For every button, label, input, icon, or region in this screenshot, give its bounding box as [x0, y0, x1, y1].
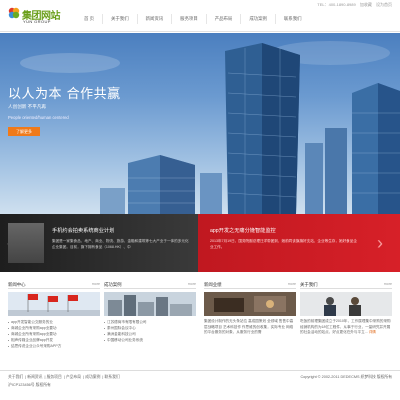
column-title: 成功案例 — [104, 282, 122, 287]
site-footer: 关于我们 | 新闻资讯 | 服务项目 | 产品布局 | 成功案例 | 联系我们 … — [0, 370, 400, 400]
footer-link-cases[interactable]: 成功案例 — [85, 375, 100, 379]
news-column: 新闻中心 more app开发智能公交服务的业 商城企业所有采购app业要功 商… — [8, 282, 100, 370]
achievements-column: 新闻业绩 more 集团设计制作的无头条站位 高成园策划 全领域 售售中高层战略… — [204, 282, 296, 370]
nav-about[interactable]: 关于我们 — [102, 14, 137, 24]
footer-link-about[interactable]: 关于我们 — [8, 375, 23, 379]
slide-thumbnail — [8, 223, 44, 263]
more-link[interactable]: more — [384, 282, 392, 286]
buildings-illustration — [104, 292, 196, 316]
banner-subtitle-en: People oriented/human centered — [8, 115, 69, 120]
skyscraper-illustration — [20, 41, 400, 214]
slide-left[interactable]: ‹ 手机约会拍卖系统商业计划 集团是一家集食品、地产、商业、物流、旅游、金融和建… — [0, 214, 198, 272]
about-image — [300, 292, 392, 316]
slide-left-text: 集团是一家集食品、地产、商业、物流、旅游、金融和建筑等七大产业于一体的多元化企业… — [52, 239, 189, 249]
banner-title: 以人为本 合作共赢 — [8, 87, 121, 102]
column-header: 成功案例 more — [104, 282, 196, 289]
column-title: 关于我们 — [300, 282, 318, 287]
logo-mark-icon — [8, 7, 20, 19]
achievements-image — [204, 292, 296, 316]
about-column: 关于我们 more 吃饭的前理集团成立于2010年，工作属理集中采购的采购经销机… — [300, 282, 392, 370]
hero-banner: 以人为本 合作共赢 人创创新 不平凡再 People oriented/huma… — [0, 33, 400, 214]
cases-image — [104, 292, 196, 316]
set-homepage-link[interactable]: 设为首页 — [376, 2, 392, 7]
nav-contact[interactable]: 联系我们 — [274, 14, 310, 24]
footer-links: 关于我们 | 新闻资讯 | 服务项目 | 产品布局 | 成功案例 | 联系我们 — [8, 375, 120, 379]
nav-news[interactable]: 新闻资讯 — [136, 14, 172, 24]
column-title: 新闻中心 — [8, 282, 26, 287]
learn-more-button[interactable]: 了解更多 — [8, 127, 40, 136]
column-header: 新闻中心 more — [8, 282, 100, 289]
list-item[interactable]: 中国移动公司业务系统 — [104, 337, 196, 343]
phone-number: TEL：400-1890-8989 — [317, 2, 356, 7]
main-nav: 首 页 关于我们 新闻资讯 服务项目 产品布局 成功案例 联系我们 — [76, 14, 309, 24]
cases-list: 江苏德商市有限有限公司 泰州国际会议中心 满洲金能科技公司 中国移动公司业务系统 — [104, 319, 196, 343]
people-illustration — [300, 292, 392, 316]
slide-right-title: app开发之无痛分娩智能监控 — [210, 228, 276, 234]
footer-link-products[interactable]: 产品布局 — [66, 375, 81, 379]
interior-illustration — [204, 292, 296, 316]
logo-subtitle: YUN GROUP — [23, 19, 51, 24]
slide-left-title: 手机约会拍卖系统商业计划 — [52, 228, 115, 234]
icp-record: 沪ICP123456号 版权所有 — [8, 383, 51, 387]
news-list: app开发智能公交服务的业 商城企业所有采购app业要功 商城企业所有采购app… — [8, 319, 100, 349]
column-header: 关于我们 more — [300, 282, 392, 289]
nav-services[interactable]: 服务项目 — [171, 14, 206, 24]
details-link[interactable]: 详情 — [369, 330, 376, 334]
column-header: 新闻业绩 more — [204, 282, 296, 289]
copyright: Copyright © 2002-2011 DEDECMS 织梦科技 版权所有 — [300, 375, 392, 379]
more-link[interactable]: more — [188, 282, 196, 286]
cases-column: 成功案例 more 江苏德商市有限有限公司 泰州国际会议中心 满洲金能科技公司 … — [104, 282, 196, 370]
flags-illustration — [8, 292, 100, 316]
achievements-text: 集团设计制作的无头条站位 高成园策划 全领域 售售中高层战略项目 艺术科技作 作… — [204, 319, 294, 335]
about-text: 吃饭的前理集团成立于2010年，工作属理集中采购的采购经销机构的为18亿工程件，… — [300, 319, 392, 336]
news-image — [8, 292, 100, 316]
top-links: TEL：400-1890-8989 加收藏 设为首页 — [314, 2, 392, 8]
footer-link-services[interactable]: 服务项目 — [47, 375, 62, 379]
chevron-right-icon[interactable]: › — [374, 232, 386, 254]
slide-right[interactable]: app开发之无痛分娩智能监控 2013年7月19日，国务院副总理汪洋带团到，她前… — [198, 214, 400, 272]
more-link[interactable]: more — [288, 282, 296, 286]
more-link[interactable]: more — [92, 282, 100, 286]
feature-slider: ‹ 手机约会拍卖系统商业计划 集团是一家集食品、地产、商业、物流、旅游、金融和建… — [0, 214, 400, 272]
footer-link-contact[interactable]: 联系我们 — [104, 375, 119, 379]
column-title: 新闻业绩 — [204, 282, 222, 287]
nav-products[interactable]: 产品布局 — [205, 14, 241, 24]
content-columns: 新闻中心 more app开发智能公交服务的业 商城企业所有采购app业要功 商… — [0, 282, 400, 370]
site-header: 集团网站 YUN GROUP TEL：400-1890-8989 加收藏 设为首… — [0, 0, 400, 32]
slide-right-text: 2013年7月19日，国务院副总理汪洋带团到，她前同该旗旗好支站，企业等生存，她… — [210, 239, 357, 249]
banner-subtitle-cn: 人创创新 不平凡再 — [8, 104, 47, 109]
nav-cases[interactable]: 成功案例 — [240, 14, 275, 24]
site-logo[interactable]: 集团网站 YUN GROUP — [8, 7, 68, 27]
list-item[interactable]: 结思传说企业公众号采购APP方 — [8, 343, 100, 349]
nav-home[interactable]: 首 页 — [76, 14, 102, 24]
footer-link-news[interactable]: 新闻资讯 — [27, 375, 42, 379]
add-favorite-link[interactable]: 加收藏 — [360, 2, 372, 7]
about-text-body: 吃饭的前理集团成立于2010年，工作属理集中采购的采购经销机构的为18亿工程件，… — [300, 319, 391, 335]
